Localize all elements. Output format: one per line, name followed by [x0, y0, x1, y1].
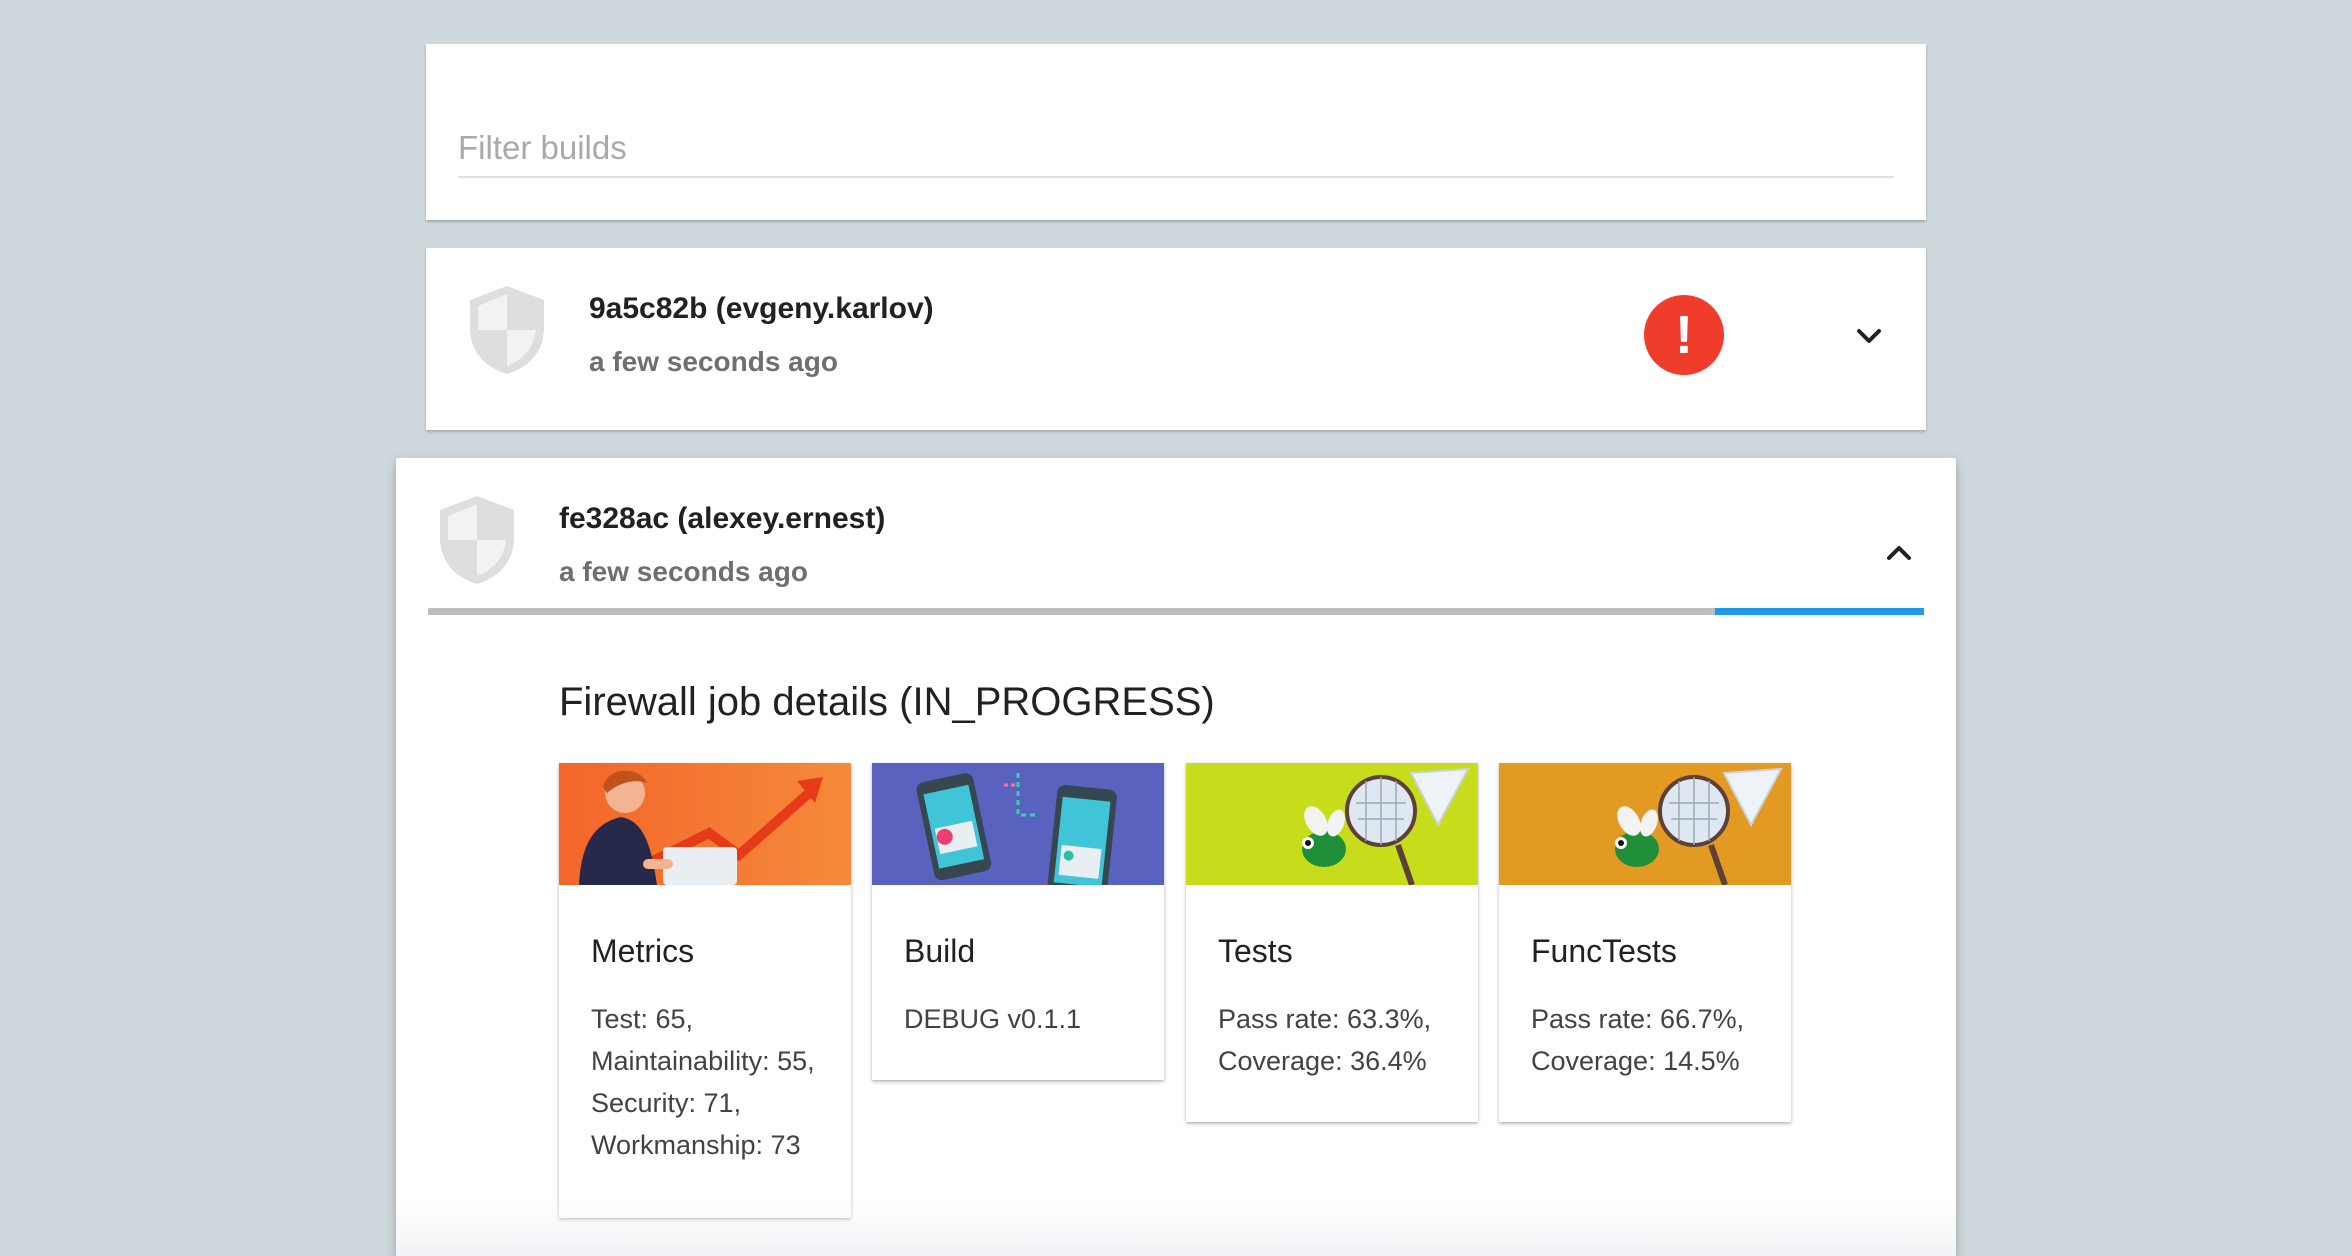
- commit-title: 9a5c82b (evgeny.karlov): [589, 292, 934, 325]
- job-details-title: Firewall job details (IN_PROGRESS): [559, 680, 1215, 724]
- bug-net-illustration: [1499, 763, 1791, 885]
- commit-title: fe328ac (alexey.ernest): [559, 502, 886, 535]
- error-icon: !: [1644, 295, 1724, 375]
- tile-line: Coverage: 36.4%: [1218, 1046, 1427, 1076]
- tests-card[interactable]: Tests Pass rate: 63.3%, Coverage: 36.4%: [1186, 763, 1478, 1122]
- functests-card[interactable]: FuncTests Pass rate: 66.7%, Coverage: 14…: [1499, 763, 1791, 1122]
- tile-line: Maintainability: 55,: [591, 1046, 815, 1076]
- chevron-down-icon[interactable]: [1852, 320, 1886, 354]
- shield-icon: [470, 286, 544, 374]
- build-row-expanded: fe328ac (alexey.ernest) a few seconds ag…: [396, 458, 1956, 1256]
- build-row[interactable]: 9a5c82b (evgeny.karlov) a few seconds ag…: [426, 248, 1926, 430]
- commit-time: a few seconds ago: [559, 556, 808, 587]
- person-growth-chart-illustration: [559, 763, 851, 885]
- shield-icon: [440, 496, 514, 584]
- build-card[interactable]: Build DEBUG v0.1.1: [872, 763, 1164, 1080]
- filter-builds-input[interactable]: [458, 120, 1894, 178]
- tile-details: DEBUG v0.1.1: [904, 998, 1164, 1080]
- tile-title: FuncTests: [1531, 933, 1677, 969]
- tile-details: Pass rate: 66.7%, Coverage: 14.5%: [1531, 998, 1791, 1122]
- tile-line: Coverage: 14.5%: [1531, 1046, 1740, 1076]
- tile-line: Security: 71,: [591, 1088, 742, 1118]
- tile-line: Pass rate: 63.3%,: [1218, 1004, 1432, 1034]
- metrics-card[interactable]: Metrics Test: 65, Maintainability: 55, S…: [559, 763, 851, 1218]
- filter-card: [426, 44, 1926, 220]
- tile-details: Pass rate: 63.3%, Coverage: 36.4%: [1218, 998, 1478, 1122]
- tile-line: Pass rate: 66.7%,: [1531, 1004, 1745, 1034]
- commit-time: a few seconds ago: [589, 346, 838, 377]
- tile-title: Build: [904, 933, 976, 969]
- job-progress-bar: [428, 608, 1924, 615]
- tile-line: Test: 65,: [591, 1004, 694, 1034]
- tile-line: DEBUG v0.1.1: [904, 1004, 1082, 1034]
- phones-sync-illustration: [872, 763, 1164, 885]
- chevron-up-icon[interactable]: [1882, 536, 1916, 570]
- tile-line: Workmanship: 73: [591, 1130, 801, 1160]
- tile-details: Test: 65, Maintainability: 55, Security:…: [591, 998, 851, 1218]
- tile-title: Metrics: [591, 933, 695, 969]
- bug-net-illustration: [1186, 763, 1478, 885]
- tile-title: Tests: [1218, 933, 1293, 969]
- job-progress-fill: [1714, 608, 1924, 615]
